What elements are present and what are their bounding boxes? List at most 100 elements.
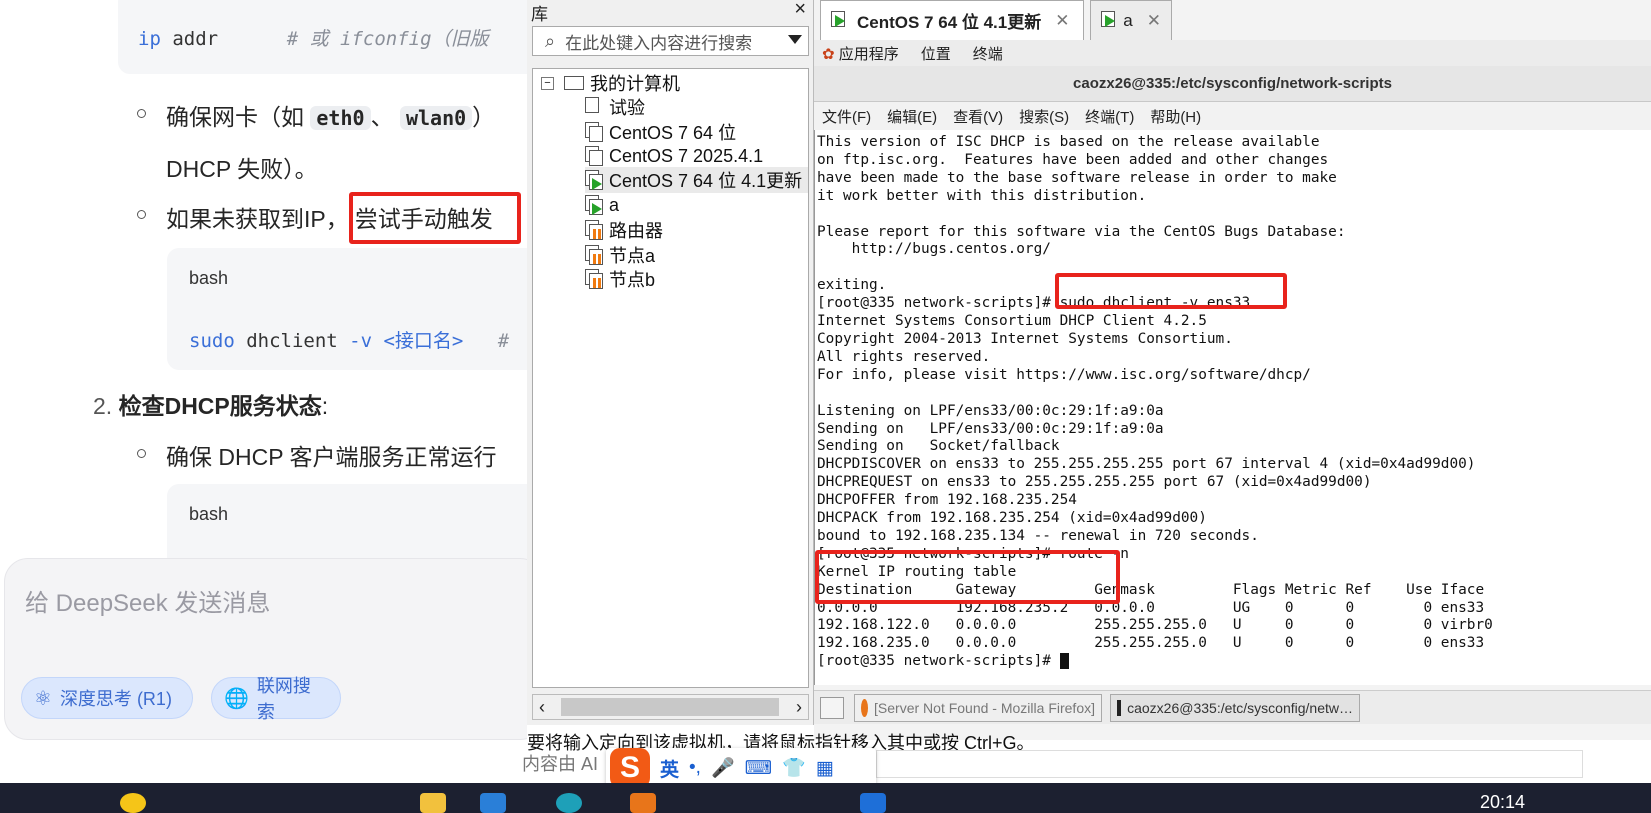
show-desktop-icon[interactable] — [820, 697, 844, 719]
gnome-top-bar: ✿ 应用程序 位置 终端 — [814, 40, 1651, 66]
microphone-icon[interactable]: 🎤 — [711, 756, 735, 780]
menu-file[interactable]: 文件(F) — [822, 106, 871, 127]
deep-think-toggle[interactable]: ⚛ 深度思考 (R1) — [21, 677, 193, 719]
tree-item-vm[interactable]: 节点a — [585, 242, 655, 268]
terminal-line: Listening on LPF/ens33/00:0c:29:1f:a9:0a — [817, 402, 1164, 419]
terminal-title-bar: caozx26@335:/etc/sysconfig/network-scrip… — [814, 66, 1651, 102]
vm-running-icon — [831, 10, 849, 31]
composer-placeholder[interactable]: 给 DeepSeek 发送消息 — [25, 583, 270, 618]
ime-language[interactable]: 英 — [660, 755, 679, 782]
bullet-nic-check: 确保网卡（如 eth0、 wlan0） — [166, 98, 495, 132]
tree-label: 我的计算机 — [590, 74, 680, 94]
gnome-foot-icon: ✿ — [822, 45, 835, 63]
terminal-line: Please report for this software via the … — [817, 223, 1346, 240]
close-icon[interactable]: ✕ — [1147, 11, 1161, 31]
vm-tab-active[interactable]: CentOS 7 64 位 4.1更新 ✕ — [820, 0, 1084, 40]
terminal-prompt: [root@335 network-scripts]# — [817, 653, 1493, 671]
menu-edit[interactable]: 编辑(E) — [887, 106, 937, 127]
code-keyword: ip — [138, 28, 161, 50]
taskbar-label: caozx26@335:/etc/sysconfig/netw… — [1127, 700, 1353, 716]
terminal-output[interactable]: This version of ISC DHCP is based on the… — [814, 130, 1651, 685]
tree-label: 节点b — [609, 270, 656, 290]
globe-icon: 🌐 — [224, 687, 249, 710]
weather-icon[interactable] — [120, 793, 146, 813]
code-flag: -v — [349, 330, 373, 352]
vm-running-icon — [585, 170, 603, 190]
bullet-text: 确保网卡（如 — [166, 104, 304, 130]
system-clock[interactable]: 20:14 — [1480, 792, 1525, 813]
ime-input-field[interactable] — [876, 750, 1583, 778]
file-explorer-icon[interactable] — [420, 793, 446, 813]
keyboard-icon[interactable]: ⌨ — [745, 757, 772, 780]
library-search-input[interactable]: ⌕ 在此处键入内容进行搜索 — [532, 26, 809, 56]
web-search-toggle[interactable]: 🌐 联网搜索 — [211, 676, 341, 722]
search-icon: ⌕ — [545, 30, 556, 51]
bullet-dhcp-service: 确保 DHCP 客户端服务正常运行 — [166, 444, 497, 470]
tree-item-vm[interactable]: CentOS 7 2025.4.1 — [585, 143, 763, 169]
scroll-right-icon[interactable]: › — [796, 697, 802, 718]
sogou-logo-icon[interactable]: S — [610, 748, 650, 788]
tree-item-vm-selected[interactable]: CentOS 7 64 位 4.1更新 — [585, 167, 808, 193]
vm-running-icon — [585, 195, 603, 215]
menu-help[interactable]: 帮助(H) — [1150, 106, 1201, 127]
scroll-left-icon[interactable]: ‹ — [539, 697, 545, 718]
dropdown-arrow-icon[interactable] — [788, 35, 802, 44]
punctuation-icon[interactable]: •, — [689, 757, 701, 779]
tree-item-vm[interactable]: CentOS 7 64 位 — [585, 119, 736, 145]
terminal-line: http://bugs.centos.org/ — [817, 241, 1051, 258]
vm-tab[interactable]: a ✕ — [1090, 0, 1172, 40]
tree-root-my-computer[interactable]: − 我的计算机 — [541, 70, 680, 96]
terminal-line: DHCPACK from 192.168.235.254 (xid=0x4ad9… — [817, 510, 1207, 527]
terminal-line: it work better with this distribution. — [817, 187, 1147, 204]
terminal-icon — [1117, 700, 1122, 716]
code-arg: addr — [160, 28, 219, 50]
tab-label: CentOS 7 64 位 4.1更新 — [857, 13, 1042, 32]
horizontal-scrollbar[interactable]: ‹ › — [532, 694, 809, 720]
app-icon[interactable] — [630, 793, 656, 813]
step-2-heading: 2. 检查DHCP服务状态: — [93, 387, 328, 421]
red-highlight-box — [815, 550, 1120, 604]
app-icon[interactable] — [480, 793, 506, 813]
tree-item-vm[interactable]: 节点b — [585, 266, 655, 292]
search-placeholder: 在此处键入内容进行搜索 — [565, 33, 753, 53]
menu-terminal[interactable]: 终端(T) — [1085, 106, 1134, 127]
collapse-icon[interactable]: − — [541, 76, 554, 90]
vm-icon — [585, 146, 603, 166]
scroll-thumb[interactable] — [561, 698, 779, 716]
gnome-menu-terminal[interactable]: 终端 — [973, 43, 1003, 64]
vm-running-icon — [1101, 10, 1115, 31]
taskbar-firefox[interactable]: [Server Not Found - Mozilla Firefox] — [854, 694, 1102, 722]
tree-item-vm[interactable]: 路由器 — [585, 217, 663, 243]
tree-item-vm[interactable]: 试验 — [585, 94, 645, 120]
code-comment: # 或 ifconfig（旧版 — [286, 28, 489, 50]
step-number: 2. — [93, 393, 113, 419]
tree-item-vm[interactable]: a — [585, 192, 619, 218]
library-header: 库 × — [527, 0, 814, 24]
tree-label: CentOS 7 64 位 4.1更新 — [609, 171, 803, 191]
terminal-line: Copyright 2004-2013 Internet Systems Con… — [817, 330, 1233, 347]
firefox-icon — [861, 699, 869, 717]
app-icon[interactable] — [860, 793, 886, 813]
sogou-ime-toolbar[interactable]: S 英 •, 🎤 ⌨ 👕 ▦ — [606, 748, 876, 788]
taskbar-terminal[interactable]: caozx26@335:/etc/sysconfig/netw… — [1110, 694, 1360, 722]
gnome-menu-places[interactable]: 位置 — [921, 43, 951, 64]
skin-icon[interactable]: 👕 — [782, 756, 806, 780]
gnome-menu-applications[interactable]: ✿ 应用程序 — [822, 43, 899, 64]
vm-paused-icon — [585, 269, 603, 289]
terminal-menubar: 文件(F) 编辑(E) 查看(V) 搜索(S) 终端(T) 帮助(H) — [814, 102, 1651, 130]
toolbox-icon[interactable]: ▦ — [816, 757, 834, 780]
close-icon[interactable]: × — [794, 0, 806, 21]
tree-label: CentOS 7 64 位 — [609, 123, 737, 143]
bullet-text: 如果未获取到IP， — [166, 206, 349, 232]
inline-code-wlan0: wlan0 — [399, 106, 473, 130]
terminal-line: DHCPREQUEST on ens33 to 255.255.255.255 … — [817, 474, 1372, 491]
menu-search[interactable]: 搜索(S) — [1019, 106, 1069, 127]
close-icon[interactable]: ✕ — [1055, 11, 1069, 31]
bullet-dot — [137, 210, 146, 219]
vm-paused-icon — [585, 245, 603, 265]
page-icon — [585, 97, 603, 117]
computer-icon — [564, 76, 584, 90]
menu-view[interactable]: 查看(V) — [953, 106, 1003, 127]
edge-icon[interactable] — [556, 793, 582, 813]
